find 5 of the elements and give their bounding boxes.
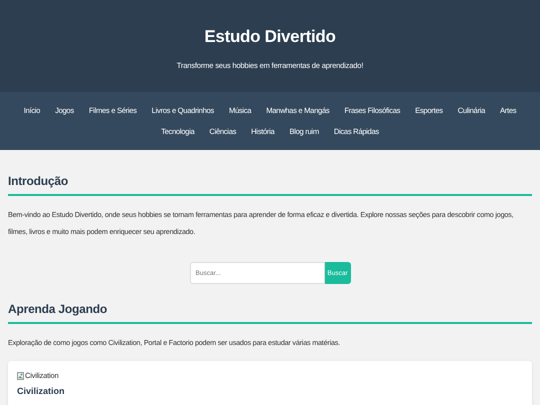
site-title: Estudo Divertido <box>204 26 336 46</box>
card-title: Civilization <box>17 386 65 396</box>
broken-image-icon <box>17 372 24 380</box>
section-heading: Introdução <box>8 174 532 196</box>
section-heading: Aprenda Jogando <box>8 302 532 324</box>
